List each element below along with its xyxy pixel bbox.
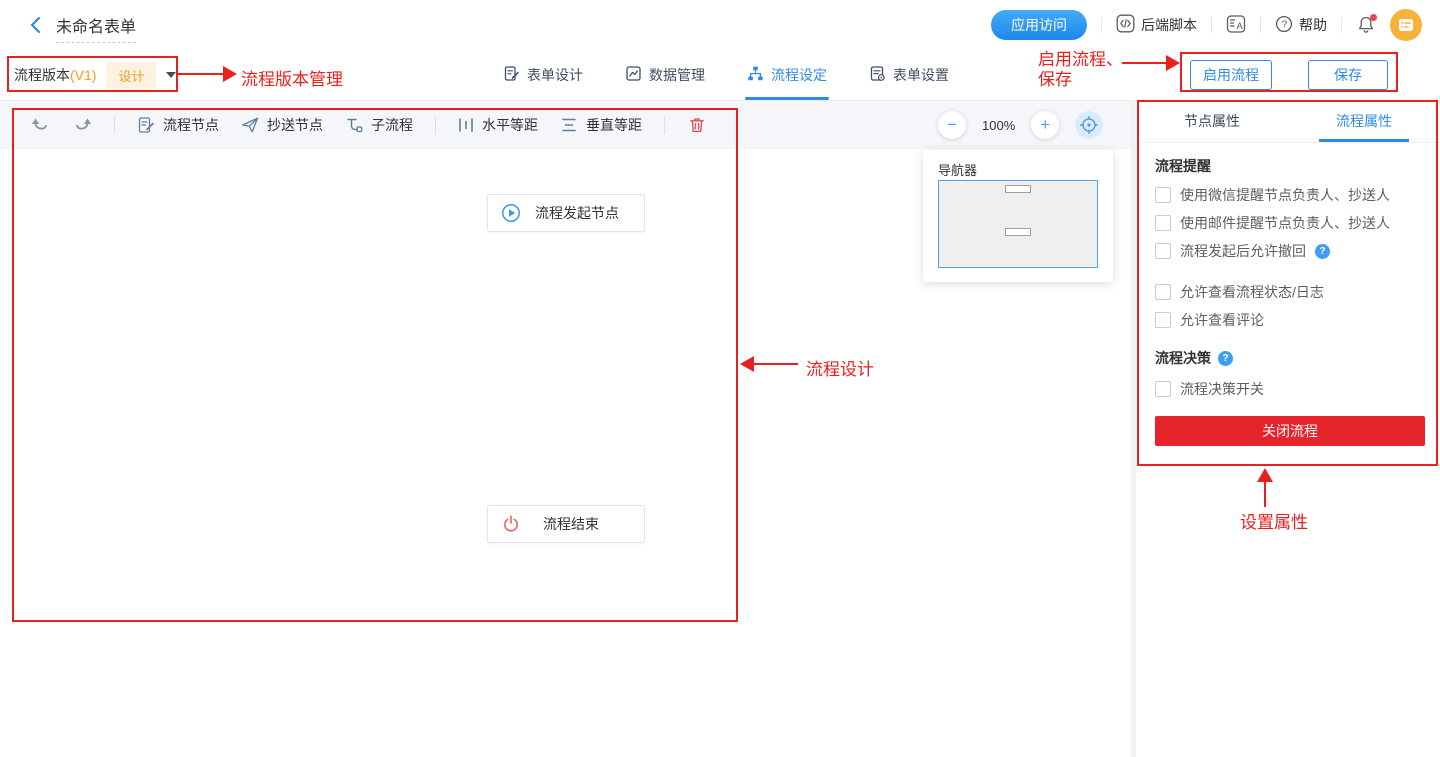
undo-button[interactable]	[30, 115, 50, 135]
header-right-group: 应用访问 后端脚本 A ? 帮助	[991, 0, 1422, 50]
help-icon[interactable]: ?	[1218, 351, 1233, 366]
checkbox-email-reminder[interactable]: 使用邮件提醒节点负责人、抄送人	[1155, 213, 1390, 233]
close-flow-button[interactable]: 关闭流程	[1155, 416, 1425, 446]
header-actions: 启用流程 保存	[1190, 50, 1388, 100]
zoom-level: 100%	[982, 118, 1015, 133]
checkbox-icon[interactable]	[1155, 381, 1171, 397]
vertical-spacing-icon	[560, 117, 578, 133]
minimap-node	[1005, 228, 1031, 236]
backend-script-button[interactable]: 后端脚本	[1116, 14, 1197, 36]
enable-flow-button[interactable]: 启用流程	[1190, 60, 1272, 90]
divider	[1260, 17, 1261, 33]
divider	[664, 116, 665, 134]
design-badge[interactable]: 设计	[106, 62, 156, 89]
active-tab-underline	[745, 97, 829, 100]
tab-data-management[interactable]: 数据管理	[625, 50, 705, 100]
add-cc-node-button[interactable]: 抄送节点	[241, 115, 323, 135]
checkbox-icon[interactable]	[1155, 312, 1171, 328]
data-management-icon	[625, 65, 642, 85]
help-icon[interactable]: ?	[1315, 244, 1330, 259]
chevron-down-icon[interactable]	[166, 72, 176, 78]
main-tabs: 表单设计 数据管理 流程设定 表单设置	[503, 50, 949, 100]
divider	[114, 116, 115, 134]
redo-button[interactable]	[72, 115, 92, 135]
language-button[interactable]: A	[1226, 14, 1246, 37]
question-icon: ?	[1275, 15, 1293, 36]
notification-button[interactable]	[1356, 15, 1376, 35]
target-icon	[1079, 115, 1099, 135]
checkbox-icon[interactable]	[1155, 243, 1171, 259]
tab-flow-properties[interactable]: 流程属性	[1288, 100, 1440, 142]
app-access-button[interactable]: 应用访问	[991, 10, 1087, 40]
notification-badge	[1370, 14, 1377, 21]
add-flow-node-button[interactable]: 流程节点	[137, 115, 219, 135]
redo-icon	[73, 116, 92, 134]
checkbox-allow-withdraw[interactable]: 流程发起后允许撤回 ?	[1155, 241, 1330, 261]
form-design-icon	[503, 65, 520, 85]
back-button[interactable]	[26, 15, 46, 35]
language-icon: A	[1226, 14, 1246, 37]
svg-text:?: ?	[1282, 19, 1288, 30]
tab-form-design[interactable]: 表单设计	[503, 50, 583, 100]
checkbox-decision-switch[interactable]: 流程决策开关	[1155, 379, 1264, 399]
zoom-controls: − 100% +	[938, 101, 1103, 149]
locate-button[interactable]	[1075, 111, 1103, 139]
divider	[1341, 17, 1342, 33]
flow-reminder-section-title: 流程提醒	[1155, 156, 1211, 176]
top-header: 未命名表单 应用访问 后端脚本 A ? 帮助	[0, 0, 1440, 51]
divider	[1101, 17, 1102, 33]
panel-tabs: 节点属性 流程属性	[1136, 100, 1440, 143]
delete-button[interactable]	[687, 115, 707, 135]
navigator-panel: 导航器	[923, 150, 1113, 282]
divider	[1211, 17, 1212, 33]
checkbox-icon[interactable]	[1155, 215, 1171, 231]
play-icon	[501, 203, 521, 223]
trash-icon	[688, 116, 706, 134]
checkbox-wechat-reminder[interactable]: 使用微信提醒节点负责人、抄送人	[1155, 185, 1390, 205]
app-root: 未命名表单 应用访问 后端脚本 A ? 帮助	[0, 0, 1440, 757]
tab-flow-settings[interactable]: 流程设定	[747, 50, 827, 100]
flow-decision-section-title: 流程决策 ?	[1155, 348, 1233, 368]
page-title[interactable]: 未命名表单	[56, 13, 136, 43]
checkbox-icon[interactable]	[1155, 187, 1171, 203]
chevron-left-icon	[26, 15, 46, 35]
flow-version-label: 流程版本(V1)	[14, 65, 96, 85]
active-tab-underline	[1319, 139, 1409, 142]
paper-plane-icon	[241, 116, 259, 134]
version-number: (V1)	[70, 67, 96, 83]
zoom-out-button[interactable]: −	[938, 111, 966, 139]
undo-icon	[31, 116, 50, 134]
form-icon	[1397, 16, 1415, 34]
svg-text:A: A	[1237, 21, 1244, 32]
zoom-in-button[interactable]: +	[1031, 111, 1059, 139]
navigator-title: 导航器	[938, 160, 977, 179]
flow-version-control[interactable]: 流程版本(V1) 设计	[14, 50, 176, 100]
canvas-toolbar: 流程节点 抄送节点 子流程 水平等距 垂直等距	[30, 101, 707, 149]
checkbox-view-comments[interactable]: 允许查看评论	[1155, 310, 1264, 330]
tab-form-settings[interactable]: 表单设置	[869, 50, 949, 100]
sub-header: 流程版本(V1) 设计 表单设计 数据管理 流程设定	[0, 50, 1440, 101]
form-settings-icon	[869, 65, 886, 85]
add-subflow-button[interactable]: 子流程	[345, 115, 413, 135]
checkbox-icon[interactable]	[1155, 284, 1171, 300]
save-button[interactable]: 保存	[1308, 60, 1388, 90]
flow-node-icon	[137, 116, 155, 134]
flow-end-node[interactable]: 流程结束	[487, 505, 645, 543]
code-icon	[1116, 14, 1135, 36]
horizontal-spacing-icon	[458, 116, 474, 134]
flow-start-node[interactable]: 流程发起节点	[487, 194, 645, 232]
minimap-node	[1005, 185, 1031, 193]
horizontal-spacing-button[interactable]: 水平等距	[458, 115, 538, 135]
vertical-spacing-button[interactable]: 垂直等距	[560, 115, 642, 135]
help-button[interactable]: ? 帮助	[1275, 15, 1327, 36]
checkbox-view-status-log[interactable]: 允许查看流程状态/日志	[1155, 282, 1324, 302]
power-icon	[501, 514, 521, 534]
properties-panel: 节点属性 流程属性 流程提醒 使用微信提醒节点负责人、抄送人 使用邮件提醒节点负…	[1136, 100, 1440, 757]
flow-settings-icon	[747, 65, 764, 85]
divider	[435, 116, 436, 134]
avatar[interactable]	[1390, 9, 1422, 41]
tab-node-properties[interactable]: 节点属性	[1136, 100, 1288, 142]
subflow-icon	[345, 116, 363, 134]
navigator-minimap[interactable]	[938, 180, 1098, 268]
